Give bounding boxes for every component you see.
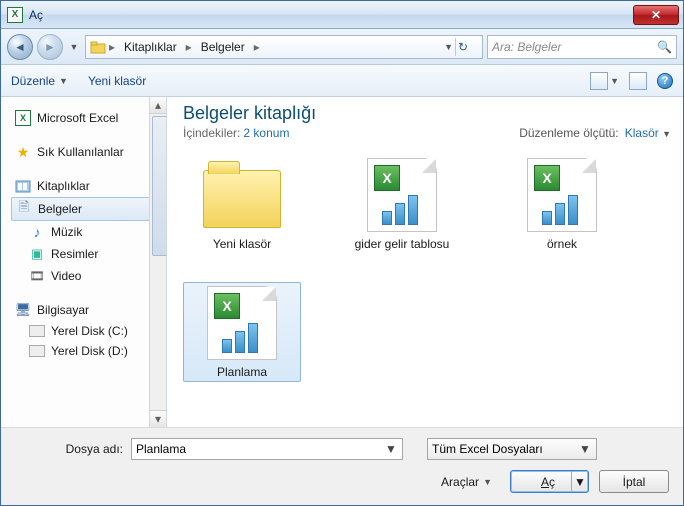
file-item-excel-selected[interactable]: X Planlama [183, 282, 301, 382]
breadcrumb-item[interactable]: Belgeler [195, 36, 251, 58]
tools-dropdown[interactable]: Araçlar ▼ [441, 475, 492, 489]
arrange-by: Düzenleme ölçütü: Klasör ▼ [519, 126, 671, 140]
file-item-excel[interactable]: X örnek [503, 154, 621, 254]
title-bar: X Aç ✕ [1, 1, 683, 29]
chevron-down-icon: ▼ [572, 475, 588, 489]
disk-icon [29, 345, 45, 357]
organize-button[interactable]: Düzenle ▼ [11, 74, 68, 88]
scroll-down-icon[interactable]: ▾ [150, 410, 166, 427]
folder-icon [90, 39, 106, 55]
scroll-up-icon[interactable]: ▴ [150, 97, 166, 114]
computer-icon: 🖥 [15, 302, 31, 318]
disk-icon [29, 325, 45, 337]
refresh-icon[interactable]: ↻ [458, 40, 476, 54]
music-icon: ♪ [29, 224, 45, 240]
view-icon [590, 72, 608, 90]
tree-item-video[interactable]: 🎞 Video [13, 265, 162, 287]
tree-item-libraries[interactable]: Kitaplıklar [13, 175, 162, 197]
includes-link[interactable]: 2 konum [243, 126, 289, 140]
libraries-icon [15, 178, 31, 194]
chevron-down-icon: ▼ [662, 129, 671, 139]
folder-icon [203, 170, 281, 228]
video-icon: 🎞 [29, 268, 45, 284]
scroll-thumb[interactable] [152, 116, 167, 256]
star-icon: ★ [15, 144, 31, 160]
cancel-button[interactable]: İptal [599, 470, 669, 493]
tree-item-excel[interactable]: X Microsoft Excel [13, 107, 162, 129]
excel-icon: X [15, 110, 31, 126]
excel-app-icon: X [7, 7, 23, 23]
toolbar: Düzenle ▼ Yeni klasör ▼ ? [1, 65, 683, 97]
chevron-down-icon: ▼ [610, 76, 619, 86]
close-button[interactable]: ✕ [633, 5, 679, 25]
tree-scrollbar[interactable]: ▴ ▾ [149, 97, 166, 427]
help-button[interactable]: ? [657, 73, 673, 89]
arrange-by-dropdown[interactable]: Klasör ▼ [625, 126, 671, 140]
tree-item-drive-d[interactable]: Yerel Disk (D:) [13, 341, 162, 361]
chevron-down-icon: ▼ [384, 442, 398, 456]
tree-item-pictures[interactable]: ▣ Resimler [13, 243, 162, 265]
dialog-footer: Dosya adı: Planlama ▼ Tüm Excel Dosyalar… [1, 427, 683, 505]
tree-item-drive-c[interactable]: Yerel Disk (C:) [13, 321, 162, 341]
chevron-right-icon: ▸ [106, 40, 118, 54]
close-icon: ✕ [651, 8, 661, 22]
file-grid: Yeni klasör X gider gelir tablosu X [183, 144, 671, 382]
arrow-left-icon: ◄ [14, 40, 26, 54]
view-mode-button[interactable]: ▼ [590, 72, 619, 90]
chevron-down-icon: ▼ [483, 477, 492, 487]
search-placeholder: Ara: Belgeler [492, 40, 561, 54]
forward-button[interactable]: ► [37, 34, 63, 60]
chevron-down-icon[interactable]: ▼ [444, 42, 453, 52]
file-item-folder[interactable]: Yeni klasör [183, 154, 301, 254]
search-input[interactable]: Ara: Belgeler 🔍 [487, 35, 677, 59]
excel-file-icon: X [527, 158, 597, 232]
chevron-right-icon: ▸ [251, 40, 263, 54]
chevron-down-icon: ▼ [59, 76, 68, 86]
library-subtitle: İçindekiler: 2 konum [183, 126, 316, 140]
chevron-down-icon: ▼ [578, 442, 592, 456]
tree-item-documents[interactable]: 🗎 Belgeler [11, 197, 162, 221]
file-type-filter[interactable]: Tüm Excel Dosyaları ▼ [427, 438, 597, 460]
excel-file-icon: X [367, 158, 437, 232]
file-item-excel[interactable]: X gider gelir tablosu [343, 154, 461, 254]
filename-combobox[interactable]: Planlama ▼ [131, 438, 403, 460]
new-folder-button[interactable]: Yeni klasör [88, 74, 146, 88]
history-dropdown[interactable]: ▼ [67, 42, 81, 52]
window-title: Aç [29, 8, 633, 22]
chevron-right-icon: ▸ [183, 40, 195, 54]
tree-item-computer[interactable]: 🖥 Bilgisayar [13, 299, 162, 321]
picture-icon: ▣ [29, 246, 45, 262]
filename-label: Dosya adı: [15, 442, 123, 456]
search-icon: 🔍 [657, 40, 672, 54]
excel-file-icon: X [207, 286, 277, 360]
nav-bar: ◄ ► ▼ ▸ Kitaplıklar ▸ Belgeler ▸ ▼ ↻ Ara… [1, 29, 683, 65]
library-header: Belgeler kitaplığı İçindekiler: 2 konum … [183, 103, 671, 144]
arrow-right-icon: ► [44, 40, 56, 54]
tree-item-music[interactable]: ♪ Müzik [13, 221, 162, 243]
back-button[interactable]: ◄ [7, 34, 33, 60]
document-icon: 🗎 [16, 201, 32, 217]
preview-pane-button[interactable] [629, 72, 647, 90]
open-button[interactable]: Aç ▼ [510, 470, 589, 493]
library-title: Belgeler kitaplığı [183, 103, 316, 124]
open-dialog: X Aç ✕ ◄ ► ▼ ▸ Kitaplıklar ▸ Belgeler ▸ … [0, 0, 684, 506]
tree-item-favorites[interactable]: ★ Sık Kullanılanlar [13, 141, 162, 163]
file-view: Belgeler kitaplığı İçindekiler: 2 konum … [167, 97, 683, 427]
navigation-tree: X Microsoft Excel ★ Sık Kullanılanlar Ki… [1, 97, 167, 427]
breadcrumb[interactable]: ▸ Kitaplıklar ▸ Belgeler ▸ ▼ ↻ [85, 35, 483, 59]
chevron-down-icon: ▼ [70, 42, 79, 52]
dialog-body: X Microsoft Excel ★ Sık Kullanılanlar Ki… [1, 97, 683, 427]
breadcrumb-item[interactable]: Kitaplıklar [118, 36, 183, 58]
